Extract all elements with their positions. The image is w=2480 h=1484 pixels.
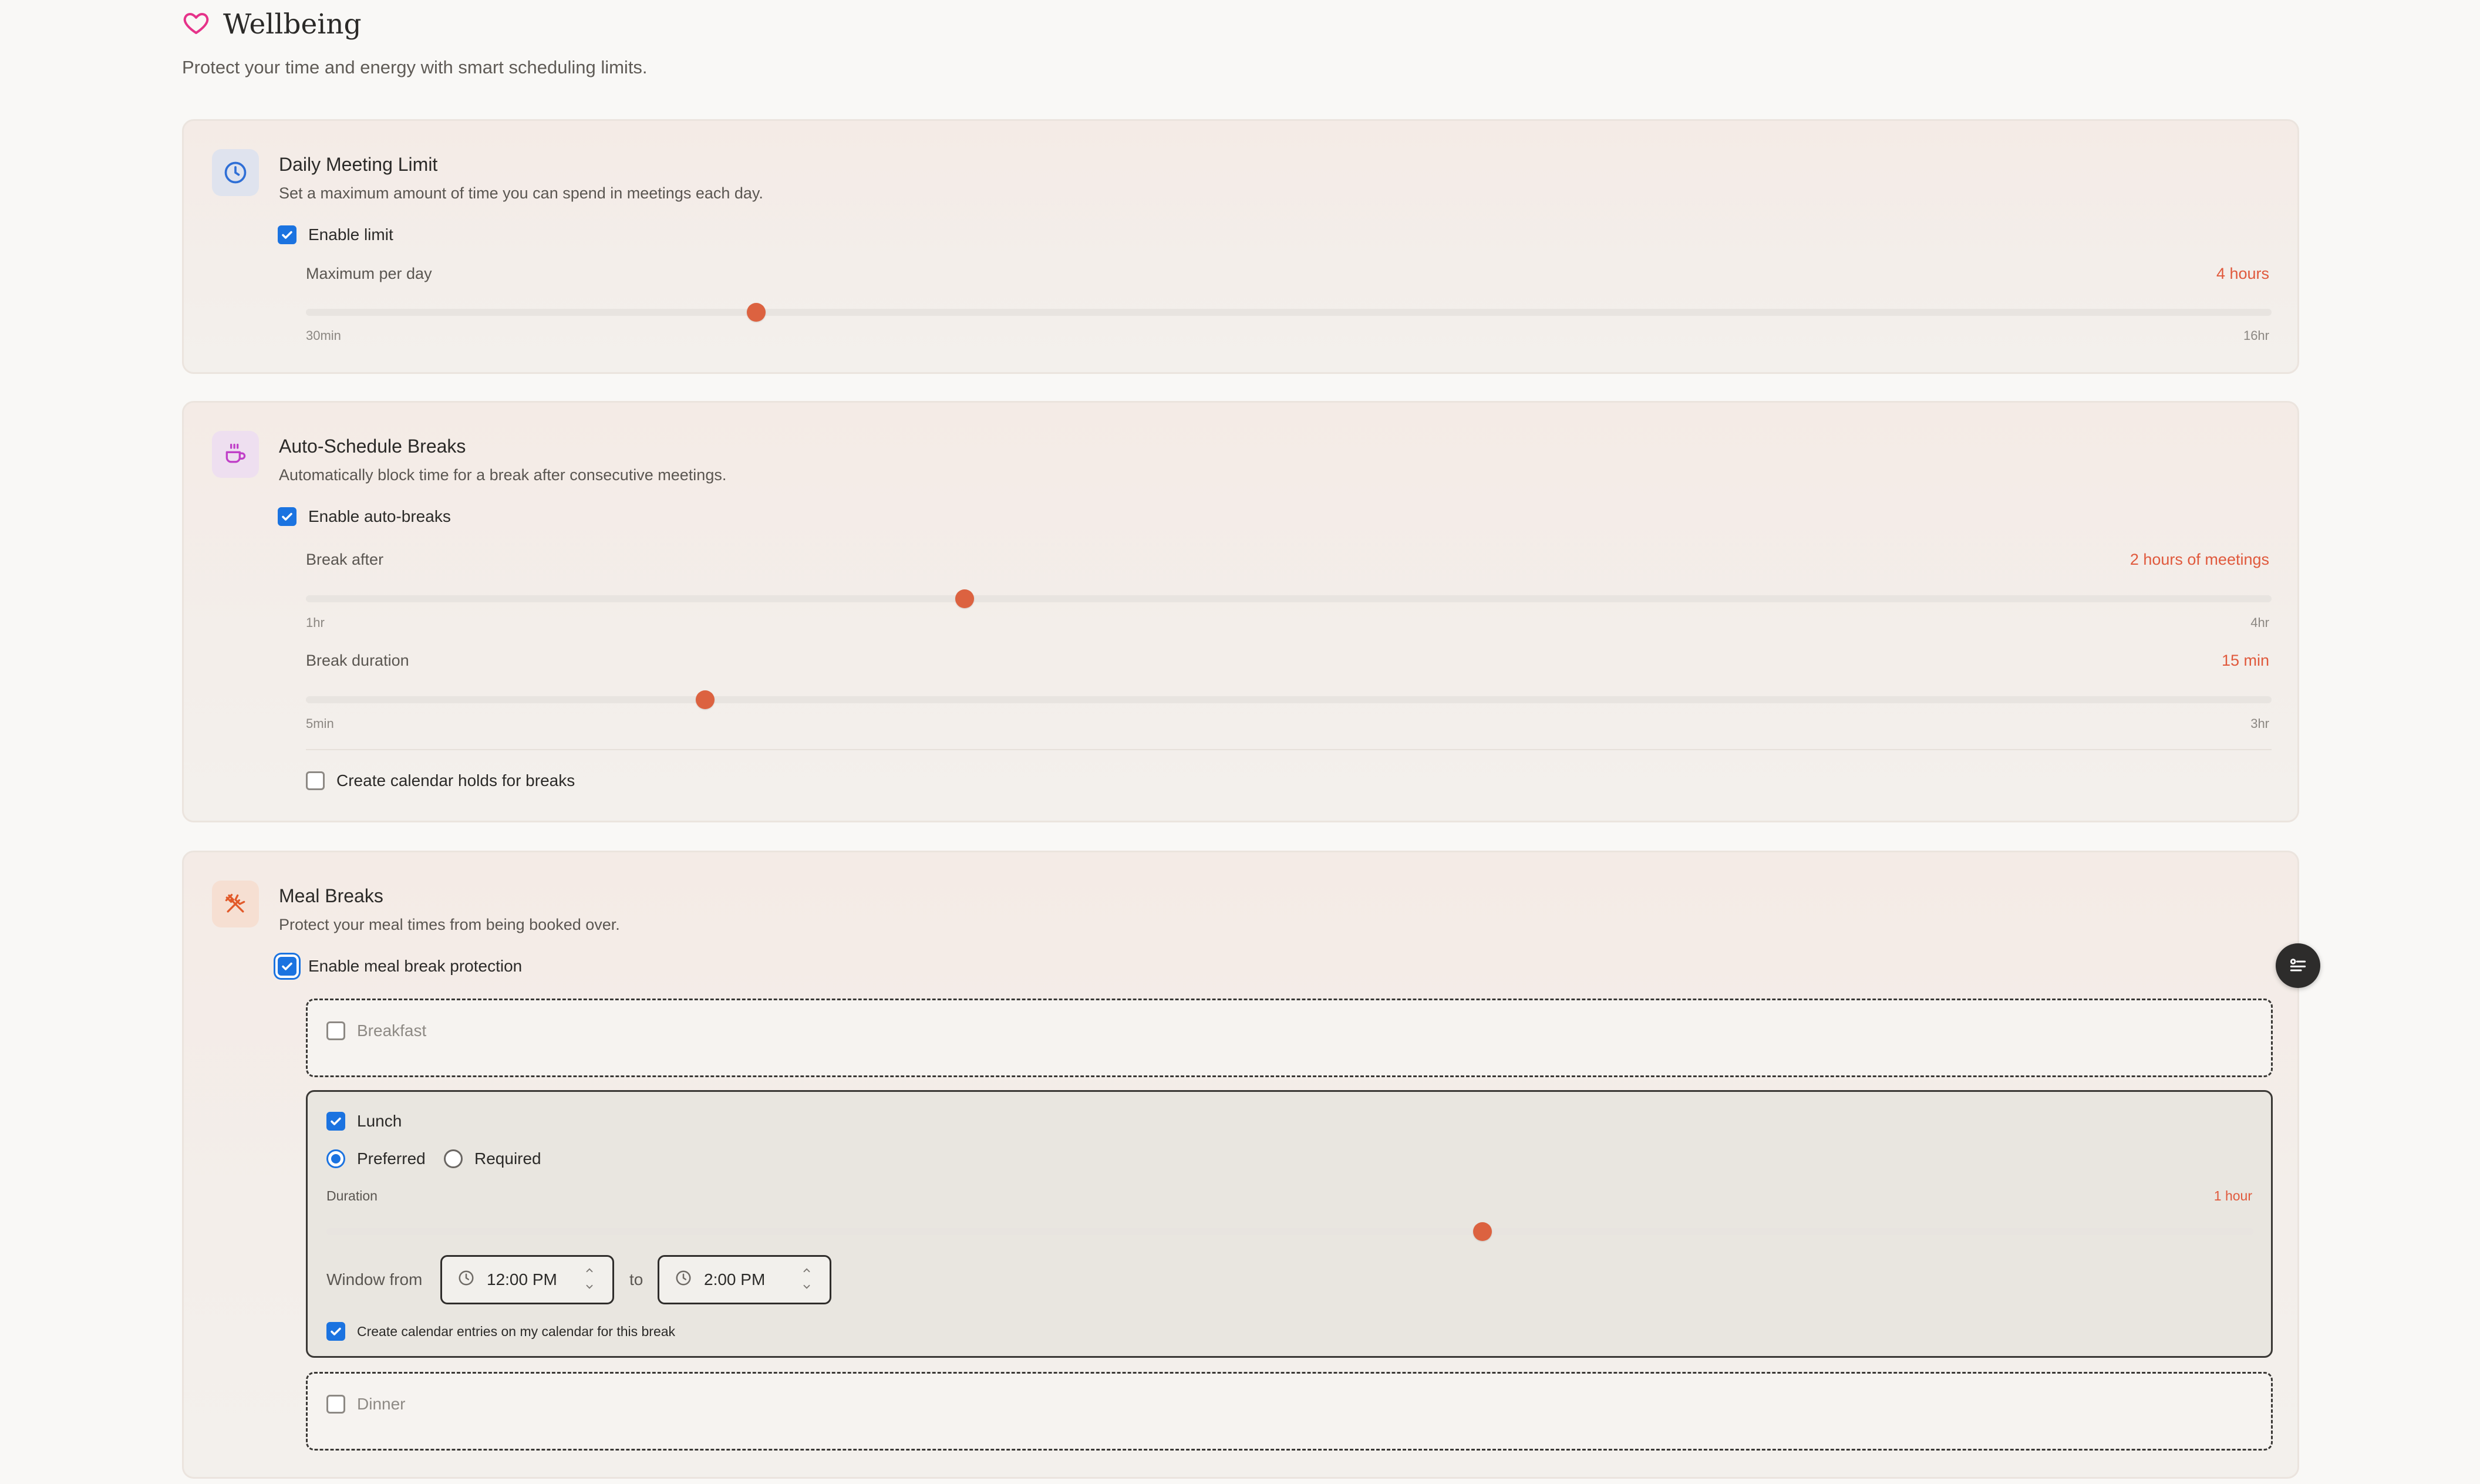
window-from-label: Window from bbox=[326, 1270, 423, 1289]
checkbox-box[interactable] bbox=[278, 957, 296, 976]
calendar-holds-checkbox[interactable]: Create calendar holds for breaks bbox=[306, 771, 575, 790]
checkbox-box[interactable] bbox=[326, 1322, 345, 1341]
slider-label: Break after bbox=[306, 551, 384, 568]
to-label: to bbox=[629, 1270, 643, 1289]
page-subtitle: Protect your time and energy with smart … bbox=[182, 57, 648, 77]
slider-label: Break duration bbox=[306, 652, 409, 669]
time-stepper[interactable] bbox=[801, 1265, 812, 1292]
checkbox-label: Enable meal break protection bbox=[308, 957, 523, 975]
chevron-up-icon[interactable] bbox=[584, 1265, 595, 1276]
checkbox-box[interactable] bbox=[306, 771, 325, 790]
card-title: Daily Meeting Limit bbox=[279, 154, 438, 175]
time-value: 2:00 PM bbox=[704, 1270, 766, 1289]
checkbox-label: Create calendar holds for breaks bbox=[336, 771, 575, 790]
enable-meal-break-protection-checkbox[interactable]: Enable meal break protection bbox=[278, 957, 522, 976]
slider-thumb[interactable] bbox=[1473, 1222, 1492, 1241]
slider-min-label: 30min bbox=[306, 328, 341, 343]
checkbox-box[interactable] bbox=[278, 225, 296, 244]
checkbox-box[interactable] bbox=[278, 507, 296, 526]
clock-icon bbox=[675, 1269, 692, 1291]
slider-thumb[interactable] bbox=[746, 303, 766, 322]
slider-thumb[interactable] bbox=[955, 589, 974, 608]
checkbox-label: Enable auto-breaks bbox=[308, 507, 451, 525]
clock-icon bbox=[212, 149, 259, 196]
slider-thumb[interactable] bbox=[695, 690, 715, 709]
breakfast-section: Breakfast bbox=[306, 999, 2273, 1077]
lunch-section: Lunch Preferred Required Duration 1 hour… bbox=[306, 1090, 2273, 1358]
lunch-calendar-entries-checkbox[interactable]: Create calendar entries on my calendar f… bbox=[326, 1322, 675, 1341]
chevron-down-icon[interactable] bbox=[801, 1281, 812, 1292]
slider-max-label: 3hr bbox=[2250, 716, 2269, 731]
title-row: Wellbeing bbox=[182, 8, 648, 41]
wellbeing-settings-page: Wellbeing Protect your time and energy w… bbox=[0, 0, 2480, 1484]
card-description: Protect your meal times from being booke… bbox=[279, 916, 620, 933]
checkbox-label: Enable limit bbox=[308, 225, 393, 244]
checkbox-box[interactable] bbox=[326, 1112, 345, 1131]
dinner-section: Dinner bbox=[306, 1372, 2273, 1451]
slider-min-label: 5min bbox=[306, 716, 334, 731]
slider-max-label: 16hr bbox=[2243, 328, 2269, 343]
checkbox-label: Create calendar entries on my calendar f… bbox=[357, 1323, 676, 1339]
checkbox-label: Dinner bbox=[357, 1395, 406, 1413]
radio-label: Required bbox=[474, 1149, 541, 1168]
lunch-duration-slider[interactable] bbox=[326, 1222, 2253, 1241]
chevron-up-icon[interactable] bbox=[801, 1265, 812, 1276]
fork-knife-icon bbox=[212, 881, 259, 928]
coffee-cup-icon bbox=[212, 431, 259, 478]
card-description: Automatically block time for a break aft… bbox=[279, 466, 727, 484]
enable-auto-breaks-checkbox[interactable]: Enable auto-breaks bbox=[278, 507, 451, 526]
radio-label: Preferred bbox=[357, 1149, 426, 1168]
meal-breaks-card: Meal Breaks Protect your meal times from… bbox=[182, 851, 2299, 1479]
enable-limit-checkbox[interactable]: Enable limit bbox=[278, 225, 393, 244]
slider-label: Duration bbox=[326, 1188, 378, 1203]
auto-schedule-breaks-card: Auto-Schedule Breaks Automatically block… bbox=[182, 401, 2299, 822]
checkbox-box[interactable] bbox=[326, 1021, 345, 1040]
floating-filter-button[interactable] bbox=[2276, 943, 2320, 988]
slider-value: 2 hours of meetings bbox=[2129, 551, 2269, 568]
filter-list-icon bbox=[2286, 953, 2310, 979]
window-to-time-input[interactable]: 2:00 PM bbox=[658, 1255, 831, 1304]
time-value: 12:00 PM bbox=[487, 1270, 557, 1289]
max-per-day-slider[interactable] bbox=[306, 303, 2272, 322]
slider-value: 1 hour bbox=[2213, 1188, 2252, 1203]
slider-label: Maximum per day bbox=[306, 265, 432, 282]
radio-circle[interactable] bbox=[444, 1149, 463, 1168]
slider-value: 15 min bbox=[2221, 652, 2269, 669]
break-duration-slider[interactable] bbox=[306, 690, 2272, 709]
preferred-radio[interactable]: Preferred bbox=[326, 1149, 426, 1168]
clock-icon bbox=[457, 1269, 475, 1291]
heart-icon bbox=[182, 9, 210, 40]
slider-max-label: 4hr bbox=[2250, 615, 2269, 630]
dinner-checkbox[interactable]: Dinner bbox=[326, 1395, 405, 1414]
break-after-slider[interactable] bbox=[306, 589, 2272, 608]
checkbox-label: Lunch bbox=[357, 1112, 402, 1130]
lunch-checkbox[interactable]: Lunch bbox=[326, 1112, 402, 1131]
window-from-time-input[interactable]: 12:00 PM bbox=[440, 1255, 614, 1304]
slider-min-label: 1hr bbox=[306, 615, 325, 630]
card-title: Meal Breaks bbox=[279, 885, 383, 906]
breakfast-checkbox[interactable]: Breakfast bbox=[326, 1021, 426, 1040]
page-header: Wellbeing Protect your time and energy w… bbox=[182, 8, 648, 78]
slider-value: 4 hours bbox=[2216, 265, 2269, 282]
checkbox-label: Breakfast bbox=[357, 1021, 427, 1040]
radio-circle[interactable] bbox=[326, 1149, 345, 1168]
time-stepper[interactable] bbox=[584, 1265, 595, 1292]
page-title: Wellbeing bbox=[223, 8, 362, 41]
card-description: Set a maximum amount of time you can spe… bbox=[279, 184, 763, 202]
chevron-down-icon[interactable] bbox=[584, 1281, 595, 1292]
card-title: Auto-Schedule Breaks bbox=[279, 436, 466, 457]
daily-meeting-limit-card: Daily Meeting Limit Set a maximum amount… bbox=[182, 119, 2299, 374]
required-radio[interactable]: Required bbox=[444, 1149, 541, 1168]
checkbox-box[interactable] bbox=[326, 1395, 345, 1414]
divider bbox=[306, 749, 2272, 750]
